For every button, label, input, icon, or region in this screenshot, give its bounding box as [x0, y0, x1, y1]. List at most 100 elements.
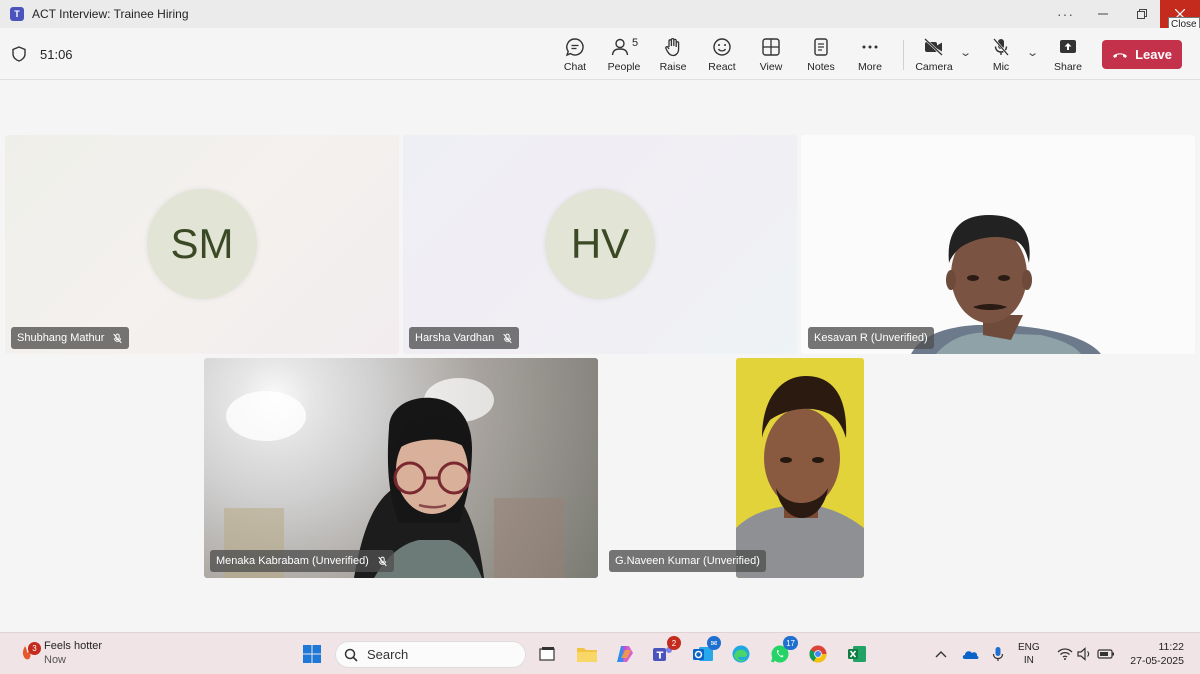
meeting-timer: 51:06 — [12, 46, 73, 62]
chat-label: Chat — [563, 61, 587, 73]
restore-icon — [1137, 9, 1147, 19]
copilot-icon[interactable] — [613, 642, 637, 666]
mic-muted-icon — [503, 333, 513, 343]
participant-tile-harsha[interactable]: HV Harsha Vardhan — [403, 135, 797, 354]
avatar: SM — [147, 189, 257, 299]
battery-icon[interactable] — [1094, 642, 1118, 666]
timer-text: 51:06 — [40, 46, 73, 62]
chrome-icon[interactable] — [806, 642, 830, 666]
participant-tile-shubhang[interactable]: SM Shubhang Mathur — [5, 135, 399, 354]
participant-tile-kesavan[interactable]: Kesavan R (Unverified) — [801, 135, 1195, 354]
participant-video — [224, 378, 564, 578]
notes-button[interactable]: Notes — [797, 36, 845, 76]
people-count: 5 — [631, 37, 639, 49]
search-placeholder: Search — [367, 647, 409, 662]
lang-line-2: IN — [1023, 655, 1034, 666]
search-icon — [344, 648, 358, 662]
shield-icon — [12, 46, 26, 62]
clock-date: 27-05-2025 — [1130, 655, 1184, 667]
teams-logo-icon: T — [10, 7, 24, 21]
minimize-button[interactable] — [1083, 0, 1123, 28]
mic-off-icon — [993, 38, 1009, 56]
raise-hand-icon — [665, 38, 680, 57]
camera-button[interactable]: Camera — [910, 36, 958, 76]
mic-muted-icon — [113, 333, 123, 343]
people-label: People — [607, 61, 641, 73]
more-label: More — [858, 61, 882, 73]
title-bar: T ACT Interview: Trainee Hiring ··· — [0, 0, 1200, 28]
view-label: View — [759, 61, 783, 73]
participant-name-tag: Menaka Kabrabam (Unverified) — [210, 550, 394, 572]
notes-label: Notes — [807, 61, 835, 73]
system-clock[interactable]: 11:22 27-05-2025 — [1126, 640, 1184, 668]
participant-name: Shubhang Mathur — [17, 332, 105, 344]
participant-name: G.Naveen Kumar (Unverified) — [615, 555, 760, 567]
hang-up-icon — [1113, 52, 1128, 58]
file-explorer-icon[interactable] — [575, 642, 599, 666]
more-options-icon[interactable]: ··· — [1057, 6, 1074, 22]
start-button[interactable] — [300, 642, 324, 666]
teams-badge: 2 — [667, 636, 681, 650]
notes-icon — [814, 38, 828, 56]
avatar: HV — [545, 189, 655, 299]
thermometer-icon: 3 — [18, 642, 41, 662]
taskbar-search-input[interactable]: Search — [335, 641, 526, 668]
people-button[interactable]: 5 People — [600, 36, 648, 76]
participant-tile-menaka[interactable]: Menaka Kabrabam (Unverified) — [204, 358, 598, 578]
whatsapp-icon[interactable]: 17 — [768, 636, 798, 666]
input-language-indicator[interactable]: ENG IN — [1018, 641, 1040, 667]
camera-options-chevron-icon[interactable]: ⌄ — [959, 46, 972, 59]
camera-label: Camera — [915, 61, 953, 73]
mic-button[interactable]: Mic — [977, 36, 1025, 76]
people-icon — [611, 38, 629, 56]
raise-hand-button[interactable]: Raise — [649, 36, 697, 76]
weather-title: Feels hotter — [44, 640, 103, 652]
mic-label: Mic — [992, 61, 1010, 73]
mic-options-chevron-icon[interactable]: ⌄ — [1026, 46, 1039, 59]
view-button[interactable]: View — [747, 36, 795, 76]
react-label: React — [708, 61, 736, 73]
leave-button[interactable]: Leave — [1102, 40, 1182, 69]
windows-logo-icon — [303, 645, 321, 663]
leave-label: Leave — [1135, 47, 1172, 62]
restore-button[interactable] — [1122, 0, 1162, 28]
participant-name: Menaka Kabrabam (Unverified) — [216, 555, 369, 567]
participant-name-tag: Harsha Vardhan — [409, 327, 520, 349]
clock-time: 11:22 — [1158, 641, 1185, 653]
excel-icon[interactable] — [845, 642, 869, 666]
onedrive-icon[interactable] — [958, 642, 982, 666]
lang-line-1: ENG — [1018, 642, 1040, 653]
weather-widget[interactable]: 3 Feels hotter Now — [18, 639, 102, 667]
weather-subtitle: Now — [44, 654, 67, 666]
more-button[interactable]: More — [846, 36, 894, 76]
participant-name: Kesavan R (Unverified) — [814, 332, 928, 344]
chat-icon — [565, 38, 584, 57]
outlook-icon[interactable]: ✉ — [691, 636, 721, 666]
smiley-icon — [713, 38, 731, 56]
whatsapp-badge: 17 — [783, 636, 798, 650]
window-title: ACT Interview: Trainee Hiring — [32, 7, 189, 21]
grid-view-icon — [762, 38, 780, 56]
participant-name-tag: Shubhang Mathur — [11, 327, 130, 349]
share-button[interactable]: Share — [1044, 36, 1092, 76]
react-button[interactable]: React — [698, 36, 746, 76]
teams-taskbar-icon[interactable]: T 2 — [651, 636, 681, 666]
show-hidden-icons-chevron-icon[interactable] — [929, 642, 953, 666]
participant-name: Harsha Vardhan — [415, 332, 495, 344]
mic-muted-icon — [378, 556, 387, 566]
windows-taskbar: 3 Feels hotter Now Search T 2 ✉ 17 ENG I… — [0, 632, 1200, 674]
share-label: Share — [1053, 61, 1083, 73]
participant-name-tag: Kesavan R (Unverified) — [808, 327, 934, 349]
svg-text:T: T — [657, 651, 664, 662]
microphone-tray-icon[interactable] — [986, 642, 1010, 666]
participant-name-tag: G.Naveen Kumar (Unverified) — [609, 550, 766, 572]
chat-button[interactable]: Chat — [551, 36, 599, 76]
task-view-icon[interactable] — [535, 642, 559, 666]
participant-tile-naveen-video[interactable] — [736, 358, 864, 578]
edge-icon[interactable] — [729, 642, 753, 666]
outlook-mail-badge: ✉ — [707, 636, 721, 650]
minimize-icon — [1098, 13, 1108, 15]
raise-label: Raise — [659, 61, 687, 73]
meeting-toolbar: 51:06 Chat 5 People Raise React View Not… — [0, 28, 1200, 80]
toolbar-divider — [903, 40, 904, 70]
